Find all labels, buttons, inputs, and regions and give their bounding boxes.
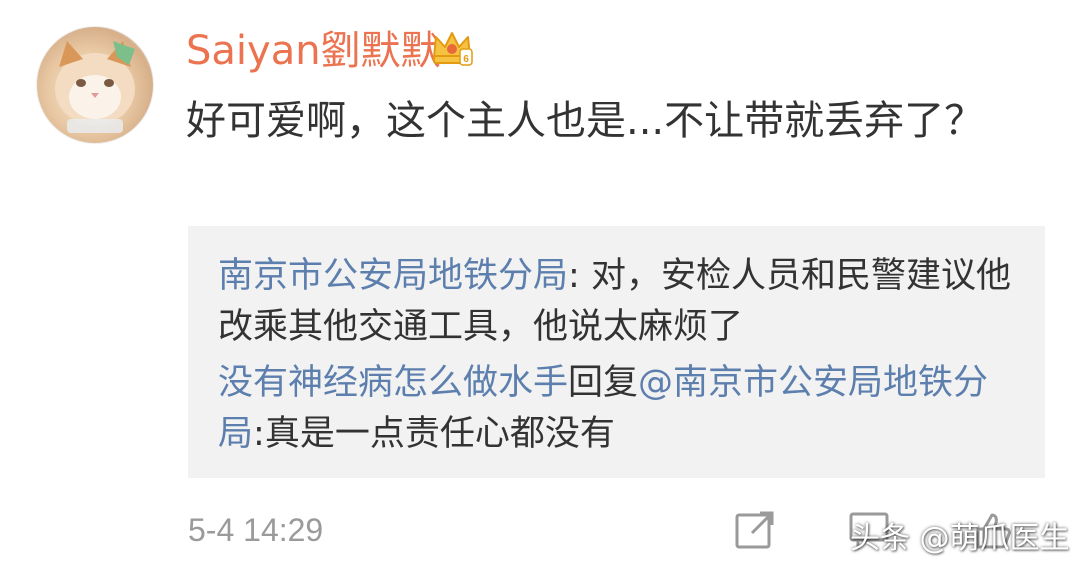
- reply-author-link[interactable]: 南京市公安局地铁分局: [218, 256, 568, 296]
- svg-text:6: 6: [463, 54, 469, 65]
- reply-separator: :: [568, 256, 591, 296]
- cat-avatar-image: [55, 41, 135, 133]
- reply-word: 回复: [568, 363, 639, 403]
- forward-icon[interactable]: [734, 509, 776, 551]
- reply-author-link[interactable]: 没有神经病怎么做水手: [218, 363, 568, 403]
- comment-text: 好可爱啊，这个主人也是...不让带就丢弃了？: [186, 98, 985, 144]
- avatar[interactable]: [36, 26, 154, 144]
- reply-item: 南京市公安局地铁分局: 对，安检人员和民警建议他改乘其他交通工具，他说太麻烦了: [218, 251, 1025, 353]
- watermark: 头条 @萌爪医生: [850, 521, 1070, 556]
- reply-text: 真是一点责任心都没有: [264, 414, 615, 454]
- vip-crown-icon: 6: [430, 25, 474, 69]
- reply-separator: :: [253, 414, 265, 454]
- timestamp: 5-4 14:29: [188, 512, 324, 548]
- username[interactable]: Saiyan劉默默: [186, 26, 441, 76]
- reply-list: 南京市公安局地铁分局: 对，安检人员和民警建议他改乘其他交通工具，他说太麻烦了 …: [188, 226, 1045, 478]
- reply-item: 没有神经病怎么做水手回复@南京市公安局地铁分局:真是一点责任心都没有: [218, 358, 1025, 460]
